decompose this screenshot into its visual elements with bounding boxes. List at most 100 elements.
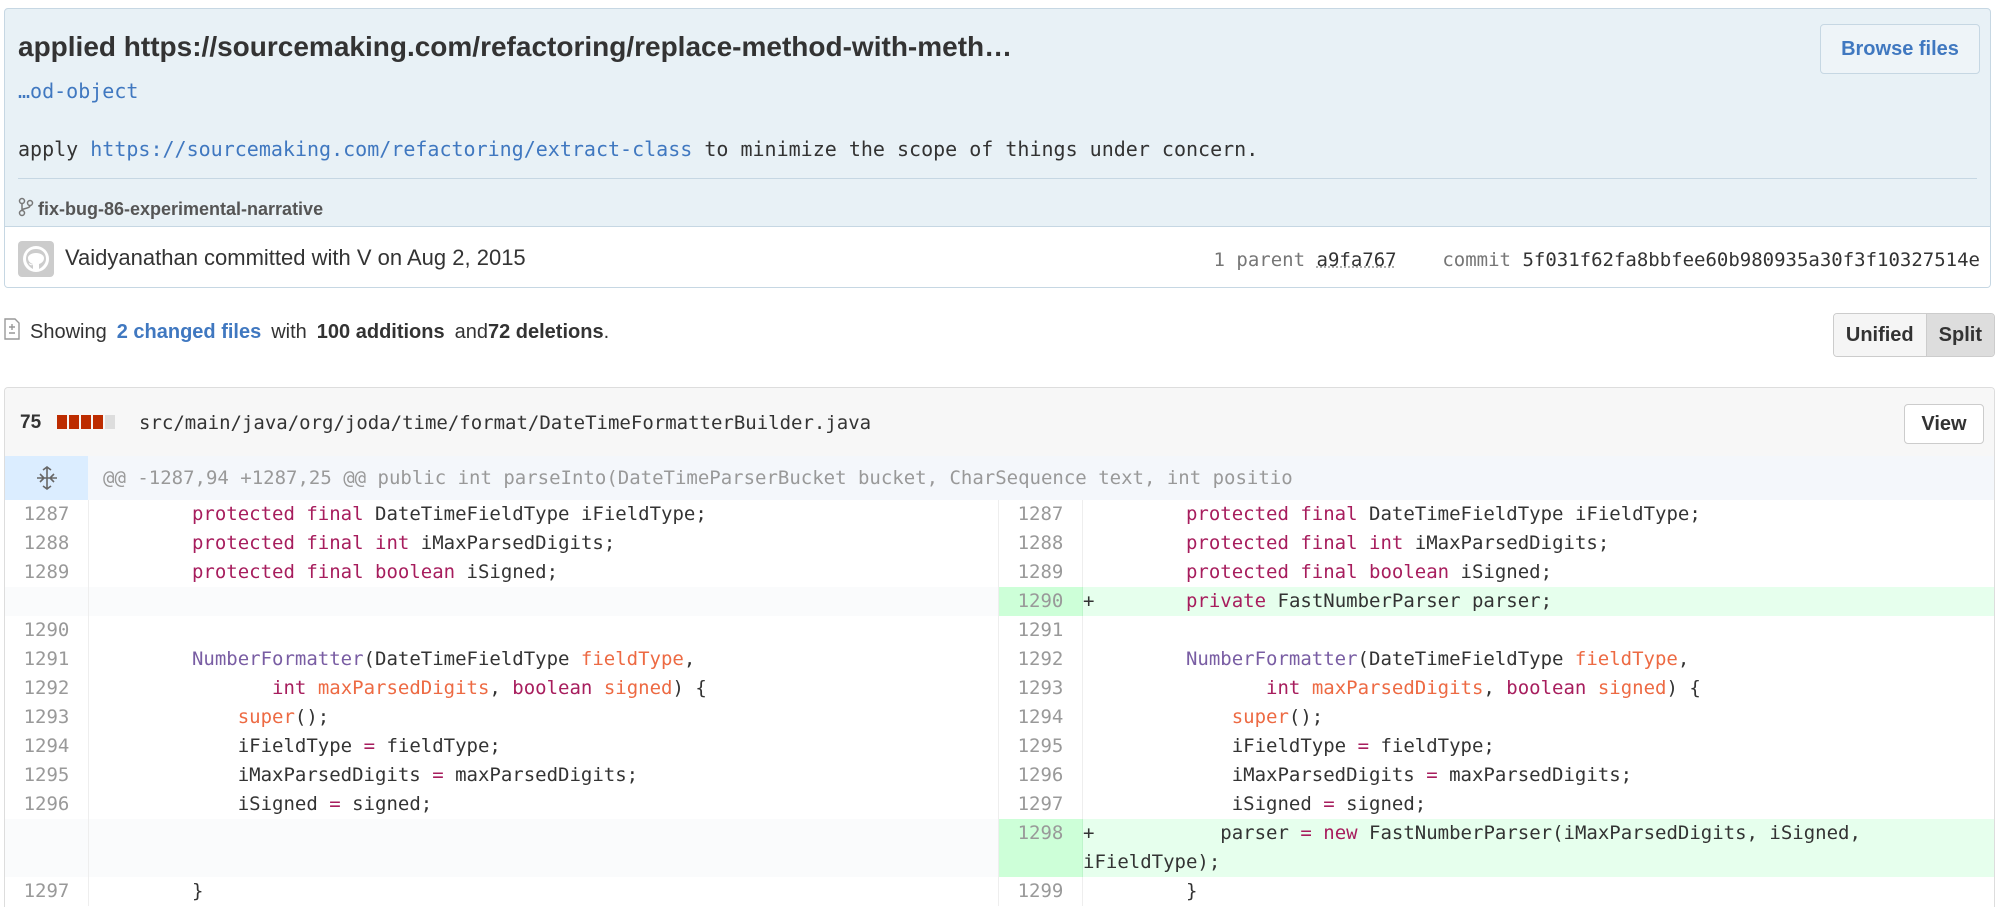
table-row: 1289 protected final boolean iSigned; 12…: [5, 558, 1994, 587]
view-file-button[interactable]: View: [1904, 404, 1984, 444]
file-diff: 75 src/main/java/org/joda/time/format/Da…: [4, 387, 1995, 907]
desc-suffix: to minimize the scope of things under co…: [692, 137, 1259, 161]
parent-label: 1 parent: [1213, 249, 1306, 271]
right-line-number[interactable]: 1288: [998, 529, 1083, 558]
browse-files-button[interactable]: Browse files: [1820, 24, 1980, 74]
right-code-added: + private FastNumberParser parser;: [1082, 587, 1994, 616]
left-code: int maxParsedDigits, boolean signed) {: [88, 674, 999, 703]
left-code: [88, 819, 999, 877]
right-line-number[interactable]: 1291: [998, 616, 1083, 645]
left-code: iMaxParsedDigits = maxParsedDigits;: [88, 761, 999, 790]
right-code: iFieldType = fieldType;: [1231, 735, 1495, 757]
right-code: protected final int iMaxParsedDigits;: [1185, 532, 1610, 554]
divider: [18, 178, 1977, 179]
table-row: 1295 iMaxParsedDigits = maxParsedDigits;…: [5, 761, 1994, 790]
split-diff-table: 1287 protected final DateTimeFieldType i…: [5, 500, 1995, 906]
commit-title-link[interactable]: https://sourcemaking.com/refactoring/rep…: [124, 31, 1012, 62]
commit-sha-info: 1 parent a9fa767 commit 5f031f62fa8bbfee…: [1214, 249, 1980, 271]
right-line-number[interactable]: 1296: [998, 761, 1083, 790]
diffstat-bars: [57, 415, 115, 429]
right-line-number[interactable]: 1295: [998, 732, 1083, 761]
period: .: [603, 320, 610, 343]
table-row: 1290 + private FastNumberParser parser;: [5, 587, 1994, 616]
right-line-number[interactable]: 1294: [998, 703, 1083, 732]
left-code: [88, 616, 999, 645]
commit-title-continuation[interactable]: …od-object: [18, 79, 138, 103]
left-line-number: [5, 819, 89, 877]
showing-text: Showing: [30, 320, 107, 343]
expand-icon[interactable]: [5, 456, 88, 500]
branch-name: fix-bug-86-experimental-narrative: [38, 199, 324, 219]
left-line-number[interactable]: 1289: [5, 558, 89, 587]
right-line-number[interactable]: 1292: [998, 645, 1083, 674]
right-code-added: + parser = new FastNumberParser(iMaxPars…: [1082, 819, 1994, 877]
desc-link[interactable]: https://sourcemaking.com/refactoring/ext…: [90, 137, 692, 161]
change-count: 75: [20, 412, 42, 433]
left-line-number[interactable]: 1294: [5, 732, 89, 761]
right-line-number[interactable]: 1293: [998, 674, 1083, 703]
table-row: 1298 + parser = new FastNumberParser(iMa…: [5, 819, 1994, 877]
branch-label[interactable]: fix-bug-86-experimental-narrative: [18, 197, 323, 222]
commit-meta: Vaidyanathan committed with V on Aug 2, …: [5, 226, 1990, 287]
table-row: 1287 protected final DateTimeFieldType i…: [5, 500, 1994, 529]
right-line-number[interactable]: 1297: [998, 790, 1083, 819]
left-line-number[interactable]: 1290: [5, 616, 89, 645]
file-path[interactable]: src/main/java/org/joda/time/format/DateT…: [139, 412, 871, 434]
left-line-number: [5, 587, 89, 616]
left-line-number[interactable]: 1296: [5, 790, 89, 819]
right-code: iSigned = signed;: [1231, 793, 1427, 815]
avatar[interactable]: [18, 241, 54, 277]
parent-sha-link[interactable]: a9fa767: [1317, 249, 1397, 271]
desc-prefix: apply: [18, 137, 91, 161]
additions-count: 100 additions: [316, 320, 445, 343]
hunk-text: @@ -1287,94 +1287,25 @@ public int parse…: [103, 467, 1293, 489]
file-diff-icon: [4, 318, 20, 346]
file-header: 75 src/main/java/org/joda/time/format/Da…: [5, 388, 1994, 457]
right-code: [1083, 616, 1995, 645]
table-row: 1292 int maxParsedDigits, boolean signed…: [5, 674, 1994, 703]
left-line-number[interactable]: 1292: [5, 674, 89, 703]
commit-description: apply https://sourcemaking.com/refactori…: [18, 137, 1258, 161]
branch-icon: [18, 197, 34, 222]
left-code: [88, 587, 999, 616]
right-code: NumberFormatter(DateTimeFieldType fieldT…: [1185, 648, 1690, 670]
and-text: and: [454, 320, 488, 343]
table-row: 1288 protected final int iMaxParsedDigit…: [5, 529, 1994, 558]
left-line-number[interactable]: 1295: [5, 761, 89, 790]
left-line-number[interactable]: 1287: [5, 500, 89, 529]
left-code: iFieldType = fieldType;: [88, 732, 999, 761]
table-row: 1290 1291: [5, 616, 1995, 645]
left-code: protected final int iMaxParsedDigits;: [88, 529, 999, 558]
unified-button[interactable]: Unified: [1833, 314, 1926, 356]
right-line-number[interactable]: 1298: [998, 819, 1083, 877]
github-icon: [23, 246, 49, 272]
right-line-number[interactable]: 1289: [998, 558, 1083, 587]
left-line-number[interactable]: 1291: [5, 645, 89, 674]
left-code: iSigned = signed;: [88, 790, 999, 819]
left-code: protected final boolean iSigned;: [88, 558, 999, 587]
left-line-number[interactable]: 1288: [5, 529, 89, 558]
commit-sha: 5f031f62fa8bbfee60b980935a30f3f10327514e: [1522, 249, 1980, 271]
right-code: protected final boolean iSigned;: [1185, 561, 1553, 583]
commit-title: applied https://sourcemaking.com/refacto…: [18, 31, 1012, 63]
right-code: iMaxParsedDigits = maxParsedDigits;: [1231, 764, 1633, 786]
table-row: 1293 super(); 1294 super();: [5, 703, 1994, 732]
left-code: super();: [88, 703, 999, 732]
right-line-number[interactable]: 1287: [998, 500, 1083, 529]
left-code: NumberFormatter(DateTimeFieldType fieldT…: [88, 645, 999, 674]
commit-title-prefix: applied: [18, 31, 117, 62]
right-code: int maxParsedDigits, boolean signed) {: [1266, 677, 1701, 699]
split-button[interactable]: Split: [1925, 314, 1994, 356]
right-code: super();: [1231, 706, 1324, 728]
commit-header: applied https://sourcemaking.com/refacto…: [4, 8, 1991, 288]
commit-label: commit: [1442, 249, 1511, 271]
table-row: 1296 iSigned = signed; 1297 iSigned = si…: [5, 790, 1994, 819]
hunk-header: @@ -1287,94 +1287,25 @@ public int parse…: [5, 456, 1994, 500]
right-line-number[interactable]: 1290: [998, 587, 1083, 616]
diff-summary: Showing 2 changed files with 100 additio…: [4, 318, 609, 346]
table-row: 1294 iFieldType = fieldType; 1295 iField…: [5, 732, 1994, 761]
deletions-count: 72 deletions: [487, 320, 604, 343]
author-line: Vaidyanathan committed with V on Aug 2, …: [65, 245, 526, 270]
changed-files-link[interactable]: 2 changed files: [117, 321, 262, 344]
left-line-number[interactable]: 1293: [5, 703, 89, 732]
